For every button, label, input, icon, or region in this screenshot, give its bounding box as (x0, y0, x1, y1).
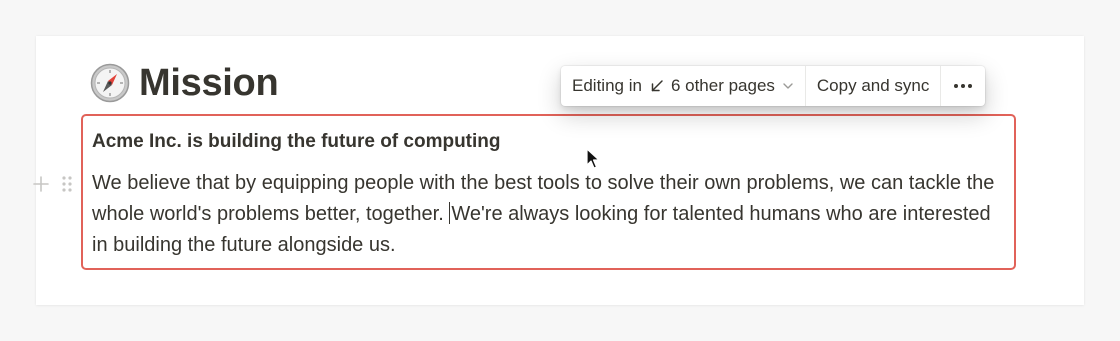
other-pages-label: 6 other pages (670, 76, 775, 95)
editing-in-pages-dropdown[interactable]: Editing in 6 other pages (561, 66, 805, 106)
copy-and-sync-button[interactable]: Copy and sync (806, 66, 940, 106)
compass-icon[interactable] (90, 63, 130, 103)
plus-icon[interactable] (32, 175, 50, 193)
arrow-down-left-icon (651, 80, 663, 92)
block-handles (32, 175, 76, 193)
block-paragraph[interactable]: We believe that by equipping people with… (92, 168, 997, 261)
more-options-button[interactable] (941, 66, 985, 106)
copy-and-sync-label: Copy and sync (816, 76, 930, 95)
block-heading[interactable]: Acme Inc. is building the future of comp… (92, 131, 501, 153)
chevron-down-icon (783, 83, 793, 89)
editing-in-label: Editing in (572, 76, 642, 95)
synced-block-toolbar: Editing in 6 other pages Copy and sync (561, 66, 986, 106)
drag-handle-icon[interactable] (58, 175, 76, 193)
mouse-pointer-icon (586, 148, 600, 169)
page-title[interactable]: Mission (139, 62, 279, 105)
synced-block[interactable]: Acme Inc. is building the future of comp… (81, 114, 1016, 270)
more-horizontal-icon (954, 84, 973, 88)
page-card: Mission Acme Inc. is building the future… (36, 36, 1084, 305)
page-header: Mission (90, 58, 279, 108)
